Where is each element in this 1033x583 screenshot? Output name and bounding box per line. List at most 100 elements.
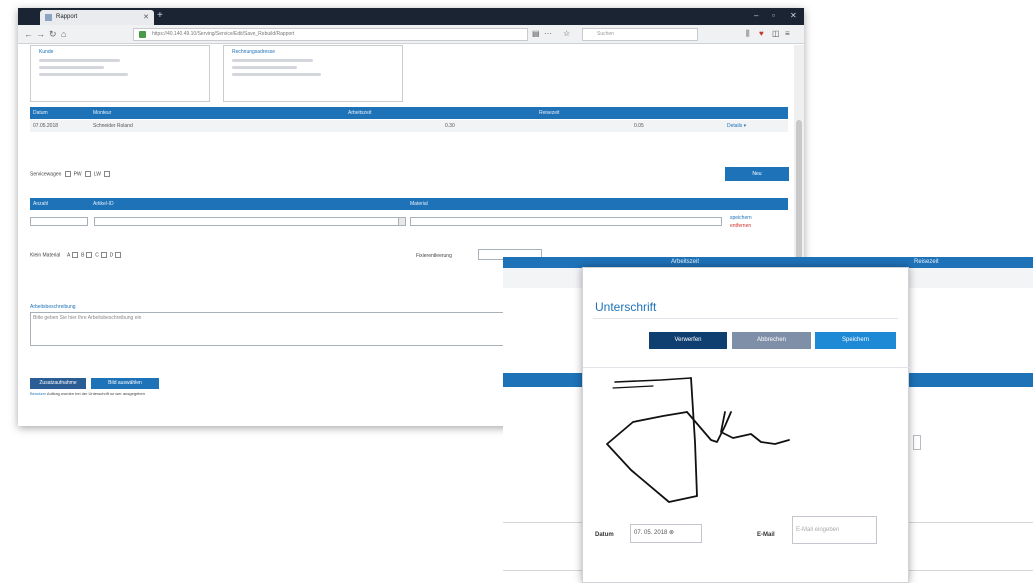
table-row: 07.05.2018 Schneider Roland 0.30 0.05 De… bbox=[30, 120, 788, 132]
customer-box-title: Kunde bbox=[39, 49, 54, 55]
dirt-label: Fixierentleerung bbox=[416, 253, 452, 259]
save-button[interactable]: Speichern bbox=[815, 332, 896, 349]
vehicle-opt1-label: PW bbox=[73, 171, 82, 178]
footer-link[interactable]: Benutzer bbox=[30, 391, 46, 396]
maximize-icon[interactable]: ▫ bbox=[772, 11, 775, 21]
tab-title: Rapport bbox=[56, 14, 78, 20]
window-close-icon[interactable]: ✕ bbox=[790, 11, 797, 21]
vehicle-opt2-label: LW bbox=[93, 171, 101, 178]
back-icon[interactable]: ← bbox=[24, 29, 33, 39]
title-bar: Rapport ✕ + – ▫ ✕ bbox=[18, 8, 804, 25]
row-save-link[interactable]: speichern bbox=[730, 215, 752, 221]
row-delete-link[interactable]: entfernen bbox=[730, 223, 751, 229]
col-technician: Monteur bbox=[93, 110, 112, 116]
option-a: A bbox=[66, 252, 71, 259]
time-table-header: Datum Monteur Arbeitszeit Reisezeit bbox=[30, 107, 788, 119]
col-date: Datum bbox=[33, 110, 48, 116]
tab-close-icon[interactable]: ✕ bbox=[143, 10, 149, 25]
navigation-bar: ← → ↻ ⌂ https://40.140.49.10/Serving/Ser… bbox=[18, 25, 804, 44]
row-work-time: 0.30 bbox=[445, 123, 455, 129]
col-travel-time: Reisezeit bbox=[539, 110, 560, 116]
browser-tab[interactable]: Rapport ✕ bbox=[40, 10, 154, 25]
col-article-id: Artikel-ID bbox=[93, 201, 114, 207]
billing-box-title: Rechnungsadresse bbox=[232, 49, 276, 55]
row-technician: Schneider Roland bbox=[93, 123, 133, 129]
material-input[interactable] bbox=[410, 217, 722, 226]
email-field[interactable]: E-Mail eingeben bbox=[792, 516, 877, 544]
library-icon[interactable]: ⫼ bbox=[746, 29, 750, 39]
url-text: https://40.140.49.10/Serving/Service/Edi… bbox=[152, 31, 295, 37]
option-d: D bbox=[109, 252, 114, 259]
search-placeholder: Suchen bbox=[597, 31, 614, 37]
row-travel-time: 0.05 bbox=[634, 123, 644, 129]
reader-icon[interactable]: ▤ bbox=[532, 29, 540, 39]
overlay-input-stub bbox=[913, 435, 921, 450]
new-button[interactable]: Neu bbox=[725, 167, 789, 181]
lock-icon bbox=[139, 31, 146, 38]
email-placeholder: E-Mail eingeben bbox=[796, 527, 840, 533]
option-c: C bbox=[95, 252, 99, 259]
signature-canvas[interactable] bbox=[593, 372, 813, 520]
vehicle-label: Servicewagen bbox=[30, 171, 62, 178]
new-tab-icon[interactable]: + bbox=[157, 10, 163, 22]
sidebar-icon[interactable]: ◫ bbox=[772, 29, 780, 39]
vehicle-checkbox-main[interactable] bbox=[64, 171, 71, 177]
small-material: Klein Material A B C D bbox=[30, 252, 122, 259]
date-clear-icon[interactable]: ⊗ bbox=[669, 530, 674, 536]
footer-text: Auftrag wurden bei der Unterschrift so w… bbox=[46, 391, 145, 396]
page-actions-icon[interactable]: ··· bbox=[544, 29, 552, 39]
vehicle-options: Servicewagen PW LW bbox=[30, 171, 111, 178]
bookmark-star-icon[interactable]: ☆ bbox=[563, 29, 570, 39]
reload-icon[interactable]: ↻ bbox=[49, 29, 57, 39]
select-image-button[interactable]: Bild auswählen bbox=[91, 378, 159, 389]
col-work-time: Arbeitszeit bbox=[348, 110, 372, 116]
signature-stroke bbox=[612, 385, 654, 389]
article-id-input[interactable] bbox=[94, 217, 406, 226]
option-b-checkbox[interactable] bbox=[86, 252, 93, 258]
work-description-title: Arbeitsbeschreibung bbox=[30, 304, 76, 310]
divider bbox=[583, 367, 910, 368]
material-table-header: Anzahl Artikel-ID Material bbox=[30, 198, 788, 210]
option-b: B bbox=[81, 252, 85, 259]
work-description-textarea[interactable]: Bitte geben Sie hier Ihre Arbeitsbeschre… bbox=[30, 312, 530, 346]
option-c-checkbox[interactable] bbox=[100, 252, 107, 258]
signature-modal: Unterschrift Verwerfen Abbrechen Speiche… bbox=[582, 267, 910, 583]
signature-stroke bbox=[720, 411, 790, 445]
signature-stroke bbox=[614, 377, 692, 383]
signature-stroke bbox=[606, 411, 698, 503]
quantity-input[interactable] bbox=[30, 217, 88, 226]
option-a-checkbox[interactable] bbox=[72, 252, 79, 258]
date-value: 07. 05. 2018 bbox=[634, 530, 668, 536]
url-bar[interactable]: https://40.140.49.10/Serving/Service/Edi… bbox=[133, 28, 528, 41]
shield-icon[interactable]: ♥ bbox=[759, 29, 764, 39]
vehicle-checkbox-lw[interactable] bbox=[104, 171, 111, 177]
overlay-col-travel-time: Reisezeit bbox=[914, 259, 939, 265]
col-quantity: Anzahl bbox=[33, 201, 49, 207]
modal-title: Unterschrift bbox=[595, 300, 657, 314]
small-material-label: Klein Material bbox=[30, 252, 61, 259]
col-material: Material bbox=[410, 201, 428, 207]
work-description-placeholder: Bitte geben Sie hier Ihre Arbeitsbeschre… bbox=[33, 315, 142, 321]
footer-note: Benutzer Auftrag wurden bei der Untersch… bbox=[30, 391, 145, 396]
discard-button[interactable]: Verwerfen bbox=[649, 332, 727, 349]
menu-icon[interactable]: ≡ bbox=[785, 29, 790, 39]
option-d-checkbox[interactable] bbox=[115, 252, 122, 258]
article-lookup-icon[interactable] bbox=[398, 217, 406, 226]
divider bbox=[593, 318, 898, 319]
record-button[interactable]: Zusatzaufnahme bbox=[30, 378, 86, 389]
billing-address-box: Rechnungsadresse bbox=[223, 45, 403, 102]
customer-address-box: Kunde bbox=[30, 45, 210, 102]
page-favicon-icon bbox=[45, 14, 52, 21]
forward-icon[interactable]: → bbox=[36, 29, 45, 39]
vehicle-checkbox-pw[interactable] bbox=[85, 171, 92, 177]
cancel-button[interactable]: Abbrechen bbox=[732, 332, 811, 349]
search-input[interactable]: Suchen bbox=[582, 28, 698, 41]
email-label: E-Mail bbox=[757, 532, 775, 538]
signature-stroke bbox=[690, 377, 698, 497]
date-input[interactable]: 07. 05. 2018 ⊗ bbox=[630, 524, 702, 543]
minimize-icon[interactable]: – bbox=[754, 11, 758, 21]
row-details-link[interactable]: Details ▾ bbox=[727, 120, 746, 132]
date-label: Datum bbox=[595, 532, 614, 538]
row-date: 07.05.2018 bbox=[33, 123, 59, 129]
home-icon[interactable]: ⌂ bbox=[61, 29, 66, 39]
